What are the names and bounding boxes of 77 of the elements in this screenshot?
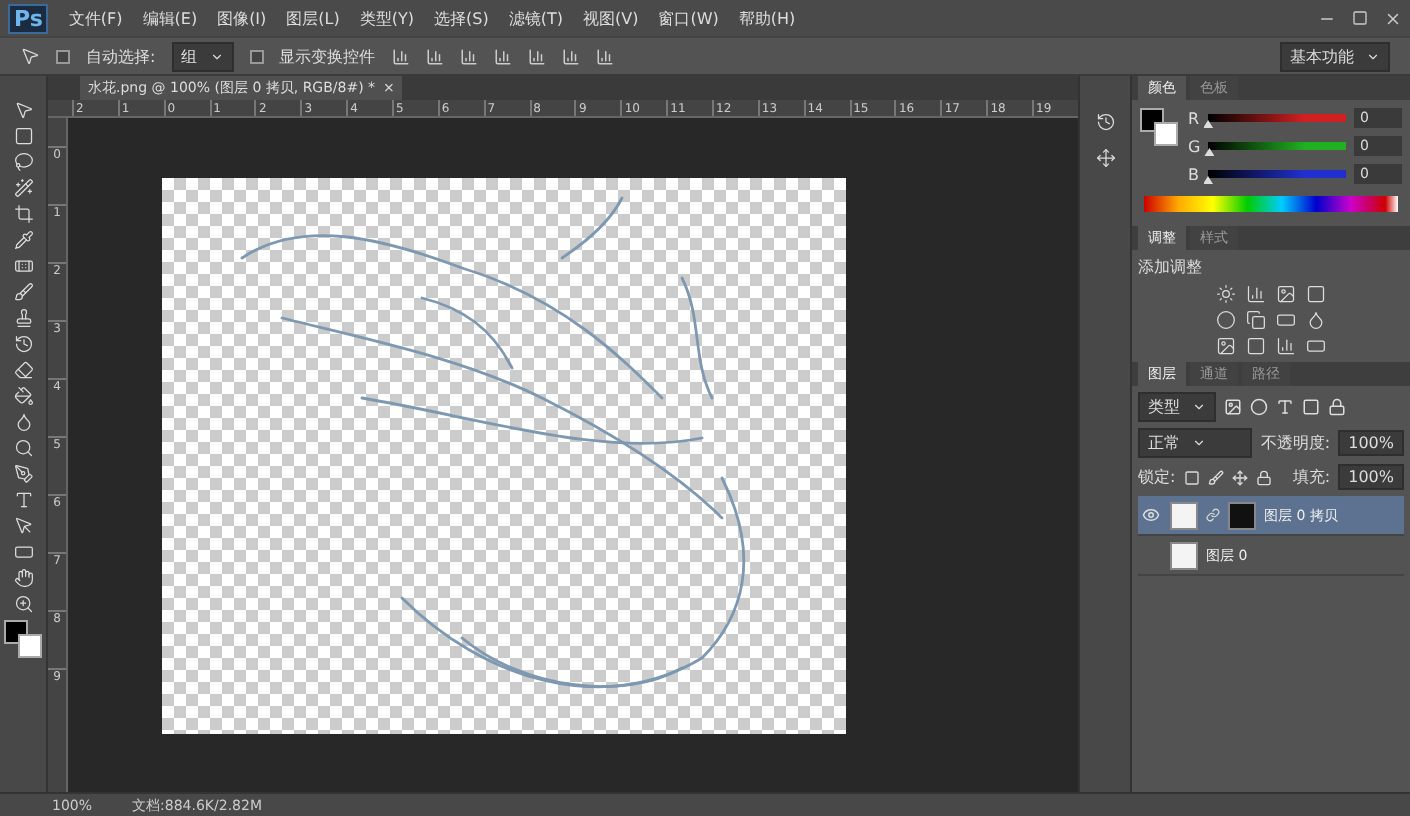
chevron-icon: [209, 49, 224, 63]
menu-item[interactable]: 图层(L): [286, 7, 340, 29]
close-icon[interactable]: [1384, 9, 1402, 27]
slider-thumb[interactable]: [1203, 176, 1213, 184]
opacity-label: 不透明度:: [1260, 432, 1331, 454]
panel-heading: 添加调整: [1138, 256, 1202, 278]
lock-position-icon[interactable]: [1231, 469, 1248, 485]
move-tool-icon[interactable]: [13, 100, 33, 120]
target-dropdown[interactable]: 组: [171, 41, 234, 71]
shape-tool-icon[interactable]: [13, 542, 33, 562]
lock-label: 锁定:: [1138, 466, 1176, 488]
menu-item[interactable]: 帮助(H): [738, 7, 796, 29]
menu-item[interactable]: 滤镜(T): [508, 7, 563, 29]
marquee-tool-icon[interactable]: [13, 126, 33, 146]
checkbox[interactable]: [56, 49, 70, 63]
chevron-icon: [1192, 400, 1206, 414]
history-brush-icon[interactable]: [13, 334, 33, 354]
zoom-tool-icon[interactable]: [13, 594, 33, 614]
move-tool-icon[interactable]: [20, 46, 40, 66]
filter-dropdown[interactable]: 类型: [1138, 392, 1216, 422]
layer-thumbnail: [1170, 541, 1198, 569]
pen-tool-icon[interactable]: [13, 464, 33, 484]
type-filter-icon[interactable]: [1276, 398, 1294, 416]
eye-icon[interactable]: [1142, 505, 1160, 523]
hand-tool-icon[interactable]: [13, 568, 33, 588]
menu-item[interactable]: 类型(Y): [359, 7, 415, 29]
menu-item[interactable]: 视图(V): [582, 7, 639, 29]
history-icon[interactable]: [1095, 112, 1115, 132]
color-slider[interactable]: [1207, 114, 1346, 122]
paint-bucket-icon[interactable]: [13, 386, 33, 406]
fill-label: 填充:: [1292, 466, 1331, 488]
channel-label: R: [1188, 109, 1200, 127]
menu-item[interactable]: 图像(I): [217, 7, 267, 29]
maximize-icon[interactable]: [1352, 9, 1368, 25]
fill-field[interactable]: 100%: [1338, 464, 1404, 490]
color-swatches[interactable]: [3, 620, 43, 660]
app-logo: Ps: [8, 3, 49, 33]
mask-thumbnail: [1228, 501, 1256, 529]
blend-mode-dropdown[interactable]: 正常: [1138, 428, 1253, 458]
channel-label: B: [1188, 165, 1199, 183]
lock-all-icon[interactable]: [1255, 469, 1272, 485]
wand-tool-icon[interactable]: [13, 178, 33, 198]
path-select-icon[interactable]: [13, 516, 33, 536]
color-spectrum[interactable]: [1144, 196, 1398, 212]
workspace-dropdown[interactable]: 基本功能: [1280, 41, 1390, 71]
eyedropper-tool-icon[interactable]: [13, 230, 33, 250]
menu-item[interactable]: 编辑(E): [142, 7, 198, 29]
lock-brush-icon[interactable]: [1207, 469, 1224, 485]
channel-label: G: [1188, 137, 1201, 155]
link-icon[interactable]: [1206, 508, 1220, 522]
brightness-icon[interactable]: [1216, 284, 1236, 304]
blur-tool-icon[interactable]: [13, 412, 33, 432]
checkbox-label: 自动选择:: [86, 45, 156, 67]
image-filter-icon[interactable]: [1224, 398, 1242, 416]
bandage-tool-icon[interactable]: [13, 256, 33, 276]
type-tool-icon[interactable]: [13, 490, 33, 510]
checkbox-label: 显示变换控件: [279, 45, 376, 67]
slider-thumb[interactable]: [1204, 148, 1215, 156]
eraser-tool-icon[interactable]: [13, 360, 33, 380]
chevron-icon: [1192, 436, 1206, 450]
opacity-field[interactable]: 100%: [1338, 430, 1404, 456]
menu-item[interactable]: 选择(S): [434, 7, 489, 29]
checkbox[interactable]: [249, 49, 264, 63]
lasso-tool-icon[interactable]: [13, 152, 33, 172]
stamp-tool-icon[interactable]: [13, 308, 33, 328]
brush-tool-icon[interactable]: [13, 282, 33, 302]
layer-thumbnail: [1170, 501, 1198, 529]
crop-tool-icon[interactable]: [13, 204, 33, 224]
color-slider[interactable]: [1208, 142, 1346, 150]
chevron-icon: [1366, 49, 1380, 63]
levels-icon[interactable]: [1246, 284, 1266, 304]
color-slider[interactable]: [1207, 170, 1346, 178]
color-swatches[interactable]: [1140, 108, 1180, 148]
menu-item[interactable]: 文件(F): [68, 7, 123, 29]
lock-icon[interactable]: [1328, 398, 1346, 416]
slider-thumb[interactable]: [1203, 120, 1214, 128]
menu-item[interactable]: 窗口(W): [658, 7, 719, 29]
